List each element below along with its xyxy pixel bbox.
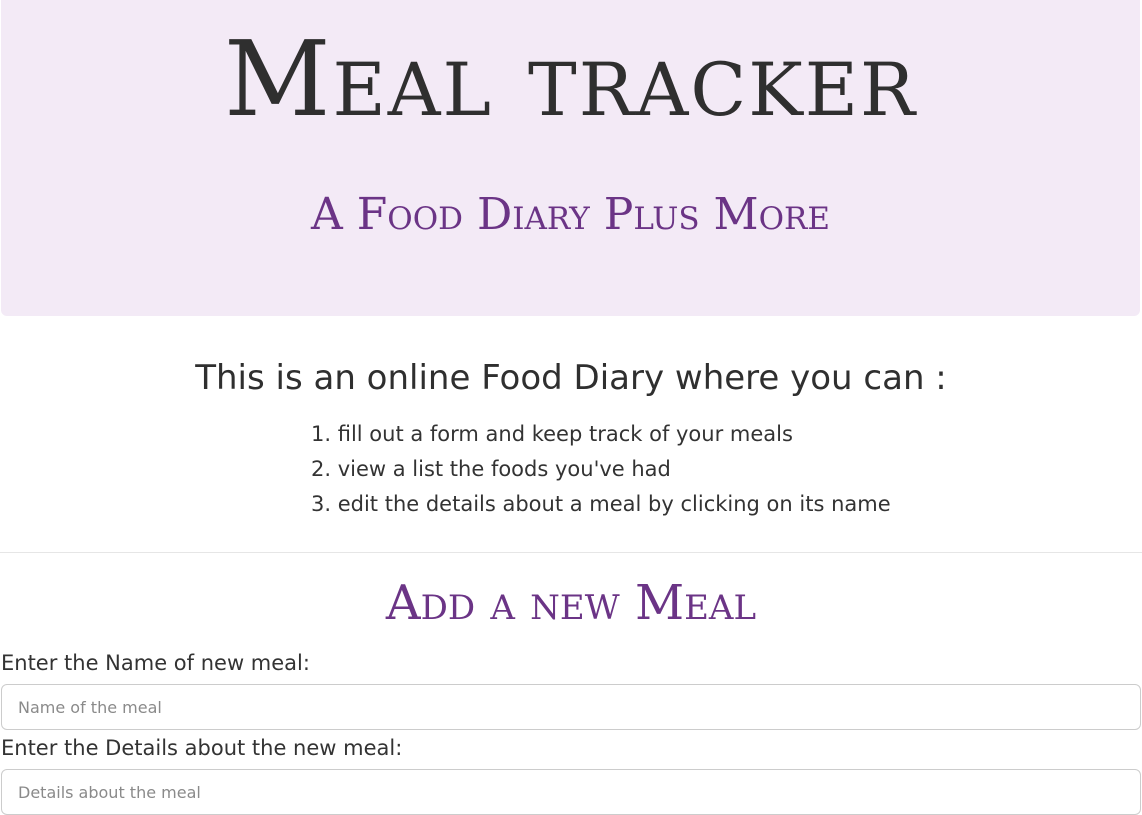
header-banner: Meal tracker A Food Diary Plus More	[1, 0, 1140, 316]
section-divider	[0, 552, 1142, 553]
add-meal-heading: Add a new Meal	[385, 575, 757, 631]
app-title: Meal tracker	[223, 18, 918, 140]
feature-item-track: 1. fill out a form and keep track of you…	[311, 422, 793, 446]
meal-name-label: Enter the Name of new meal:	[1, 651, 310, 675]
meal-details-input[interactable]	[1, 769, 1141, 815]
app-subtitle: A Food Diary Plus More	[311, 189, 830, 240]
feature-item-edit: 3. edit the details about a meal by clic…	[311, 492, 891, 516]
feature-item-view: 2. view a list the foods you've had	[311, 457, 671, 481]
meal-name-input[interactable]	[1, 684, 1141, 730]
meal-details-label: Enter the Details about the new meal:	[1, 736, 403, 760]
feature-list: 1. fill out a form and keep track of you…	[311, 417, 891, 522]
intro-heading: This is an online Food Diary where you c…	[195, 358, 947, 398]
